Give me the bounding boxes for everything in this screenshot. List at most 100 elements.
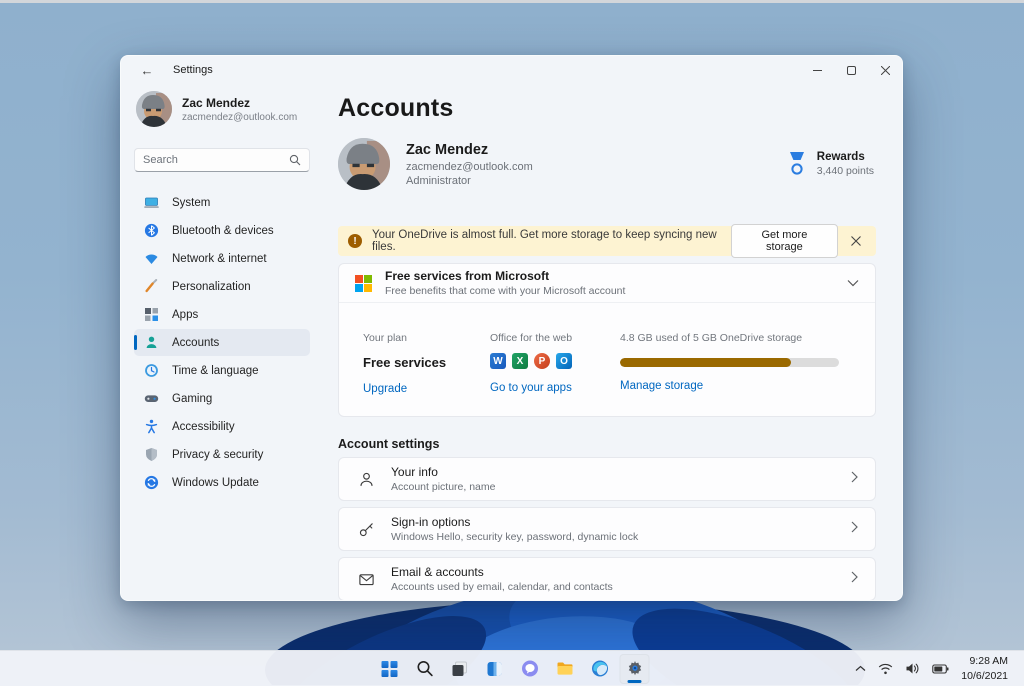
person-icon [356, 471, 376, 488]
tray-chevron-up-icon[interactable] [851, 655, 870, 683]
microsoft-logo-icon [355, 274, 372, 292]
gaming-icon [144, 391, 159, 406]
minimize-icon [812, 69, 822, 71]
clock-time: 9:28 AM [969, 655, 1008, 668]
accessibility-icon [144, 419, 159, 434]
get-more-storage-button[interactable]: Get more storage [731, 224, 838, 258]
free-services-header[interactable]: Free services from Microsoft Free benefi… [339, 264, 875, 302]
row-subtitle: Accounts used by email, calendar, and co… [391, 581, 613, 593]
row-title: Email & accounts [391, 565, 484, 579]
sign-in-options-row[interactable]: Sign-in options Windows Hello, security … [338, 507, 876, 551]
storage-progress-fill [620, 358, 791, 367]
free-services-title: Free services from Microsoft [385, 269, 550, 283]
sidebar-item-accessibility[interactable]: Accessibility [134, 413, 310, 440]
profile-email: zacmendez@outlook.com [406, 160, 533, 173]
word-icon[interactable]: W [490, 353, 506, 369]
window-title: Settings [173, 64, 213, 76]
sidebar-item-accounts[interactable]: Accounts [134, 329, 310, 356]
sidebar-item-label: Time & language [172, 364, 259, 377]
powerpoint-icon[interactable]: P [534, 353, 550, 369]
minimize-button[interactable] [800, 56, 834, 84]
sidebar-item-time-language[interactable]: Time & language [134, 357, 310, 384]
chevron-right-icon [851, 570, 858, 588]
windows-start-icon [381, 660, 398, 677]
taskbar-clock[interactable]: 9:28 AM 10/6/2021 [957, 654, 1014, 682]
chat-icon [521, 660, 538, 677]
maximize-button[interactable] [834, 56, 868, 84]
sidebar-item-personalization[interactable]: Personalization [134, 273, 310, 300]
task-view-icon [452, 661, 467, 676]
widgets-button[interactable] [480, 654, 510, 684]
maximize-icon [846, 65, 856, 75]
row-subtitle: Account picture, name [391, 481, 496, 493]
sidebar-item-label: System [172, 196, 211, 209]
upgrade-link[interactable]: Upgrade [363, 383, 446, 395]
search-box[interactable] [134, 148, 310, 172]
file-explorer-icon [557, 662, 572, 675]
sidebar-item-apps[interactable]: Apps [134, 301, 310, 328]
sidebar-item-privacy[interactable]: Privacy & security [134, 441, 310, 468]
user-avatar [136, 91, 172, 127]
back-button[interactable]: ← [135, 60, 159, 80]
chevron-right-icon [851, 520, 858, 538]
widgets-icon [487, 661, 502, 676]
sidebar-item-windows-update[interactable]: Windows Update [134, 469, 310, 496]
accounts-icon [144, 335, 159, 350]
sidebar: Zac Mendez zacmendez@outlook.com System [121, 84, 316, 600]
free-services-card: Free services from Microsoft Free benefi… [338, 263, 876, 417]
your-info-row[interactable]: Your info Account picture, name [338, 457, 876, 501]
manage-storage-link[interactable]: Manage storage [620, 380, 839, 392]
go-to-apps-link[interactable]: Go to your apps [490, 382, 572, 394]
outlook-icon[interactable]: O [556, 353, 572, 369]
sidebar-user[interactable]: Zac Mendez zacmendez@outlook.com [136, 91, 310, 127]
page-title: Accounts [338, 94, 454, 122]
time-language-icon [144, 363, 159, 378]
battery-icon[interactable] [928, 655, 953, 683]
back-arrow-icon: ← [140, 62, 154, 78]
start-button[interactable] [375, 654, 405, 684]
main-pane: Accounts Zac Mendez zacmendez@outlook.co… [316, 84, 902, 600]
rewards-widget[interactable]: Rewards 3,440 points [786, 151, 876, 177]
sidebar-item-bluetooth[interactable]: Bluetooth & devices [134, 217, 310, 244]
close-icon [880, 65, 890, 75]
taskbar-center-icons [375, 651, 650, 686]
taskbar-search-button[interactable] [410, 654, 440, 684]
row-subtitle: Windows Hello, security key, password, d… [391, 531, 639, 543]
sidebar-item-label: Windows Update [172, 476, 259, 489]
close-button[interactable] [868, 56, 902, 84]
sidebar-item-network[interactable]: Network & internet [134, 245, 310, 272]
excel-icon[interactable]: X [512, 353, 528, 369]
chat-button[interactable] [515, 654, 545, 684]
profile-name: Zac Mendez [406, 141, 489, 158]
chevron-down-icon[interactable] [847, 274, 859, 292]
rewards-label: Rewards [816, 151, 865, 163]
system-tray: 9:28 AM 10/6/2021 [851, 651, 1024, 686]
network-icon [144, 251, 159, 266]
rewards-points: 3,440 points [816, 165, 874, 177]
task-view-button[interactable] [445, 654, 475, 684]
sidebar-item-label: Privacy & security [172, 448, 264, 461]
bluetooth-icon [144, 223, 159, 238]
banner-close-button[interactable] [846, 230, 867, 252]
edge-button[interactable] [585, 654, 615, 684]
sidebar-item-system[interactable]: System [134, 189, 310, 216]
banner-close-icon [851, 236, 862, 246]
settings-taskbar-button[interactable] [619, 653, 650, 684]
plan-column: Your plan Free services Upgrade [363, 303, 446, 395]
profile-role: Administrator [406, 174, 471, 187]
privacy-shield-icon [144, 447, 159, 462]
sidebar-item-gaming[interactable]: Gaming [134, 385, 310, 412]
wifi-icon[interactable] [874, 655, 897, 683]
sidebar-nav: System Bluetooth & devices Network & int… [134, 189, 310, 496]
taskbar: 9:28 AM 10/6/2021 [0, 650, 1024, 686]
storage-label: 4.8 GB used of 5 GB OneDrive storage [620, 332, 803, 344]
sidebar-item-label: Bluetooth & devices [172, 224, 274, 237]
file-explorer-button[interactable] [550, 654, 580, 684]
search-input[interactable] [143, 154, 289, 166]
email-accounts-row[interactable]: Email & accounts Accounts used by email,… [338, 557, 876, 600]
profile-avatar [338, 138, 390, 190]
account-settings-heading: Account settings [338, 437, 440, 451]
onedrive-banner: ! Your OneDrive is almost full. Get more… [338, 224, 876, 258]
volume-icon[interactable] [901, 655, 924, 683]
office-app-icons: W X P O [490, 353, 572, 369]
